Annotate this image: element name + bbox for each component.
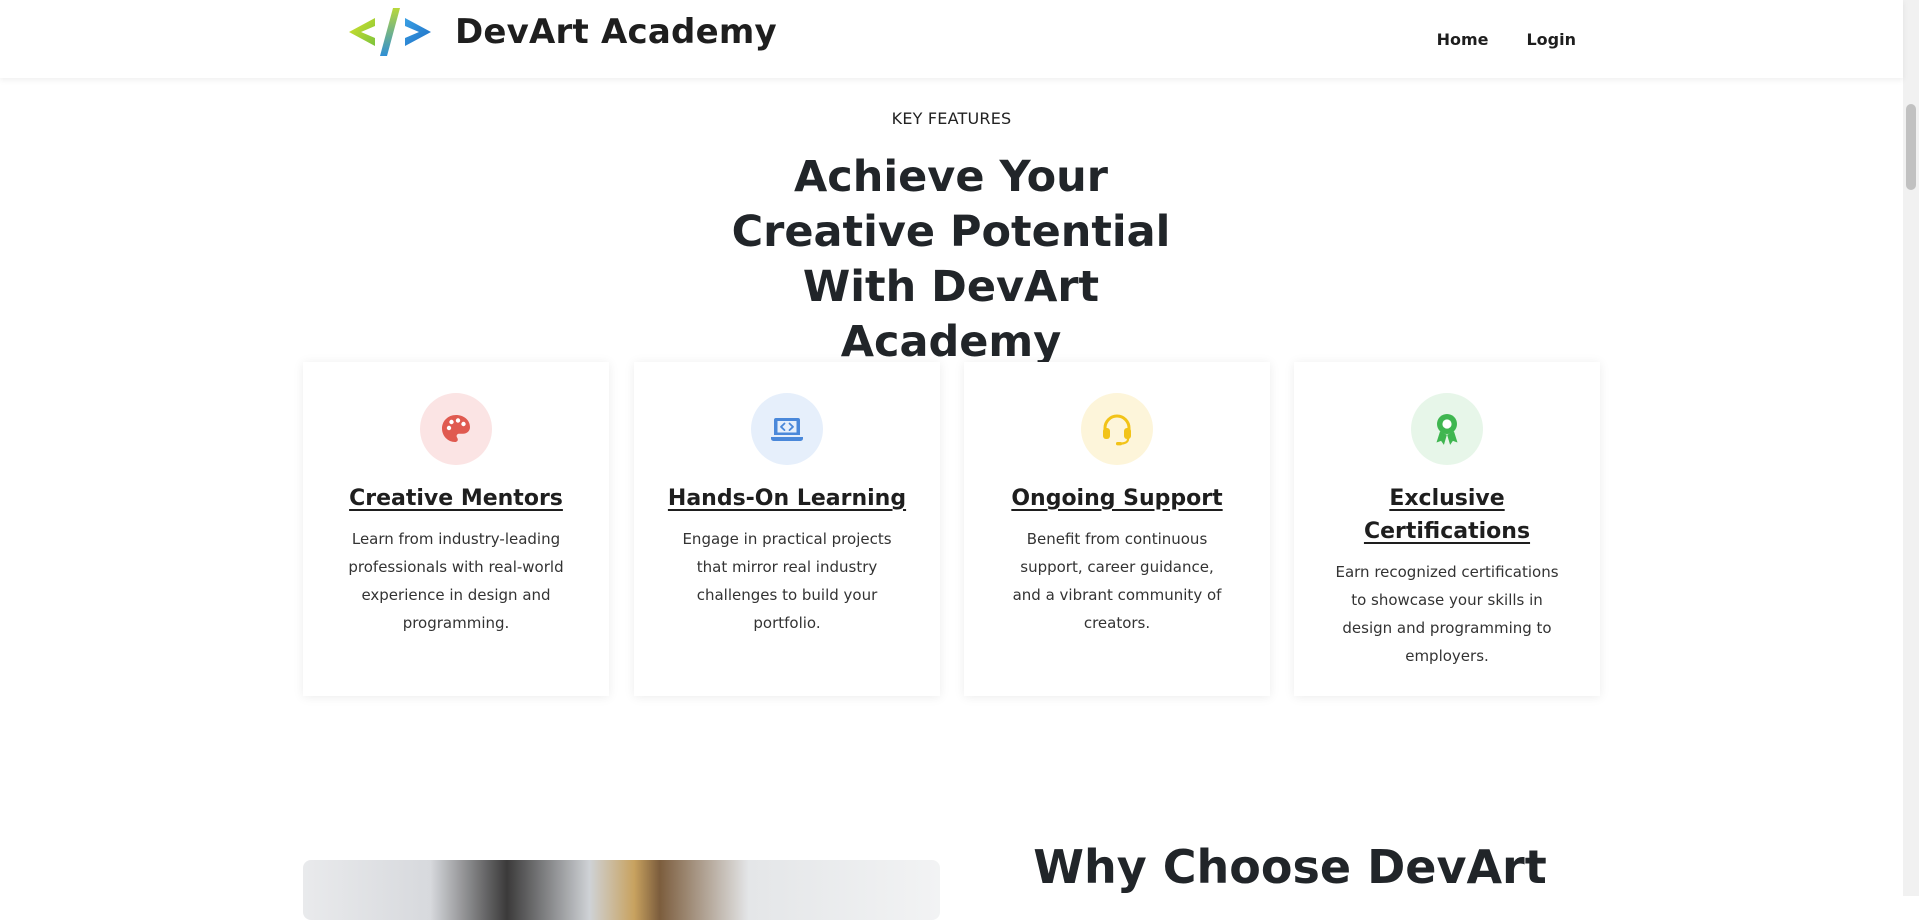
headset-icon (1103, 414, 1131, 446)
feature-title[interactable]: Exclusive Certifications (1314, 482, 1580, 548)
feature-title[interactable]: Ongoing Support (984, 482, 1250, 515)
brand-name: DevArt Academy (455, 12, 777, 52)
section-headline: Achieve Your Creative Potential With Dev… (731, 152, 1171, 367)
feature-description: Earn recognized certifications to showca… (1335, 563, 1559, 665)
navbar: DevArt Academy Home Login (0, 0, 1903, 78)
feature-title[interactable]: Hands-On Learning (654, 482, 920, 515)
feature-card-ongoing-support: Ongoing Support Benefit from continuous … (964, 362, 1270, 696)
section-eyebrow: KEY FEATURES (891, 109, 1012, 128)
scrollbar[interactable] (1903, 0, 1919, 896)
feature-icon-circle (420, 393, 492, 465)
feature-card-hands-on-learning: Hands-On Learning Engage in practical pr… (634, 362, 940, 696)
feature-icon-circle (1411, 393, 1483, 465)
palette-icon (442, 415, 470, 442)
feature-description: Benefit from continuous support, career … (1012, 530, 1222, 632)
nav-home-link[interactable]: Home (1437, 30, 1489, 49)
feature-title[interactable]: Creative Mentors (323, 482, 589, 515)
key-features-section: KEY FEATURES Achieve Your Creative Poten… (0, 78, 1903, 896)
feature-card-exclusive-certifications: Exclusive Certifications Earn recognized… (1294, 362, 1600, 696)
scrollbar-thumb[interactable] (1906, 104, 1916, 190)
feature-description: Learn from industry-leading professional… (348, 530, 564, 632)
laptop-code-icon (771, 418, 803, 441)
feature-card-creative-mentors: Creative Mentors Learn from industry-lea… (303, 362, 609, 696)
why-section-title: Why Choose DevArt (1033, 840, 1547, 894)
nav-login-link[interactable]: Login (1526, 30, 1576, 49)
feature-icon-circle (751, 393, 823, 465)
main-nav: Home Login (1437, 30, 1576, 49)
why-section-image (303, 860, 940, 920)
brand-link[interactable]: DevArt Academy (347, 6, 777, 58)
code-brackets-logo-icon (349, 8, 431, 56)
award-icon (1436, 414, 1458, 445)
feature-description: Engage in practical projects that mirror… (682, 530, 892, 632)
feature-icon-circle (1081, 393, 1153, 465)
